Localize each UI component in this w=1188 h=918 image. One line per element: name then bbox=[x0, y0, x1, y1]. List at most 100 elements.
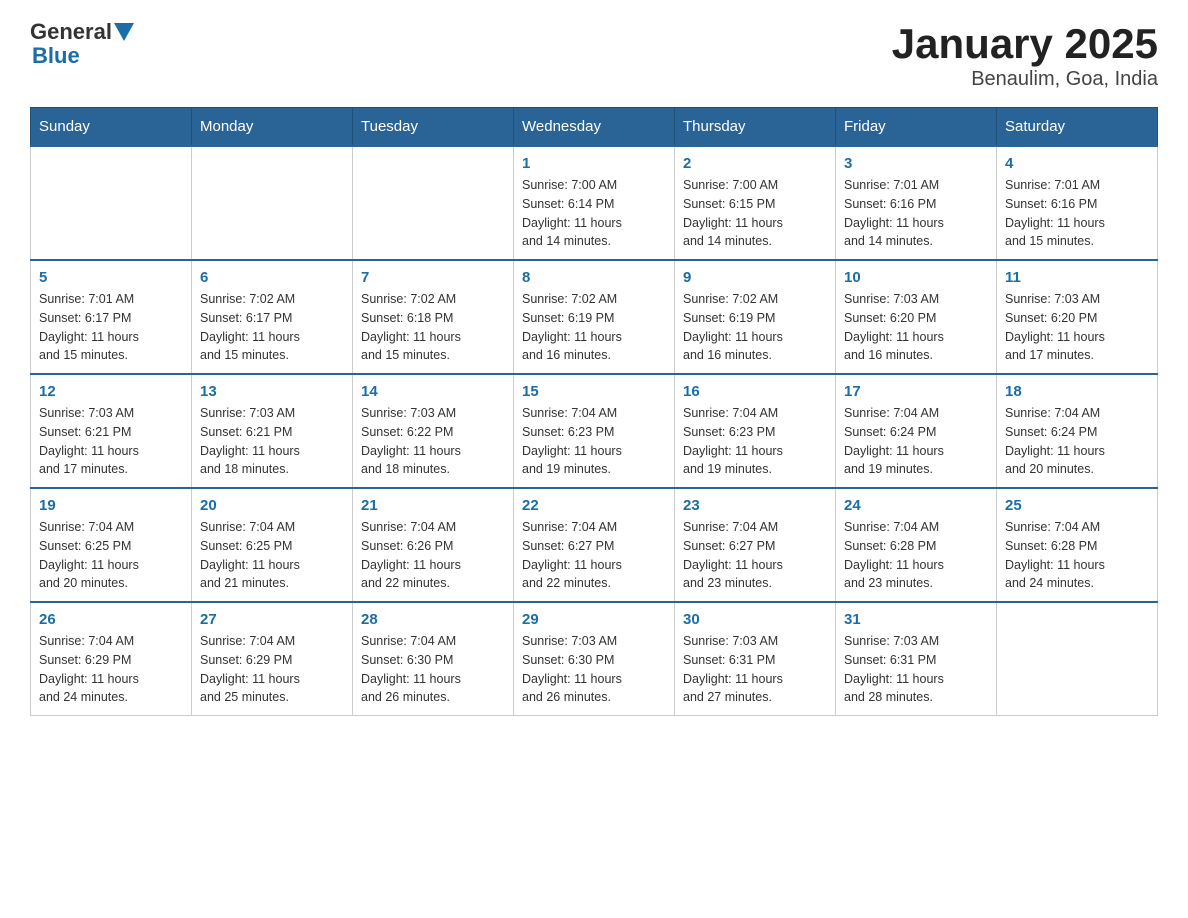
calendar-cell: 16 Sunrise: 7:04 AM Sunset: 6:23 PM Dayli… bbox=[675, 374, 836, 488]
day-number: 26 bbox=[39, 611, 183, 628]
calendar-cell: 17Sunrise: 7:04 AM Sunset: 6:24 PM Dayli… bbox=[836, 374, 997, 488]
day-number: 27 bbox=[200, 611, 344, 628]
calendar-cell: 21 Sunrise: 7:04 AM Sunset: 6:26 PM Dayli… bbox=[353, 488, 514, 602]
calendar-body: 1Sunrise: 7:00 AM Sunset: 6:14 PM Daylig… bbox=[31, 146, 1158, 716]
day-number: 12 bbox=[39, 383, 183, 400]
calendar-cell: 15Sunrise: 7:04 AM Sunset: 6:23 PM Dayli… bbox=[514, 374, 675, 488]
day-number: 24 bbox=[844, 497, 988, 514]
day-info: Sunrise: 7:04 AM Sunset: 6:25 PM Dayligh… bbox=[200, 518, 344, 593]
title-area: January 2025 Benaulim, Goa, India bbox=[892, 20, 1158, 91]
day-info: Sunrise: 7:01 AM Sunset: 6:16 PM Dayligh… bbox=[1005, 176, 1149, 251]
day-headers-row: SundayMondayTuesdayWednesdayThursdayFrid… bbox=[31, 108, 1158, 147]
day-info: Sunrise: 7:02 AM Sunset: 6:19 PM Dayligh… bbox=[683, 290, 827, 365]
calendar-table: SundayMondayTuesdayWednesdayThursdayFrid… bbox=[30, 107, 1158, 716]
day-number: 5 bbox=[39, 269, 183, 286]
day-header-saturday: Saturday bbox=[997, 108, 1158, 147]
day-info: Sunrise: 7:04 AM Sunset: 6:24 PM Dayligh… bbox=[1005, 404, 1149, 479]
day-info: Sunrise: 7:00 AM Sunset: 6:14 PM Dayligh… bbox=[522, 176, 666, 251]
day-number: 23 bbox=[683, 497, 827, 514]
calendar-week-3: 12 Sunrise: 7:03 AM Sunset: 6:21 PM Dayli… bbox=[31, 374, 1158, 488]
day-number: 22 bbox=[522, 497, 666, 514]
calendar-cell: 27 Sunrise: 7:04 AM Sunset: 6:29 PM Dayli… bbox=[192, 602, 353, 716]
day-info: Sunrise: 7:04 AM Sunset: 6:27 PM Dayligh… bbox=[683, 518, 827, 593]
day-number: 15 bbox=[522, 383, 666, 400]
day-info: Sunrise: 7:04 AM Sunset: 6:23 PM Dayligh… bbox=[683, 404, 827, 479]
day-number: 25 bbox=[1005, 497, 1149, 514]
calendar-header: SundayMondayTuesdayWednesdayThursdayFrid… bbox=[31, 108, 1158, 147]
day-number: 3 bbox=[844, 155, 988, 172]
day-info: Sunrise: 7:03 AM Sunset: 6:22 PM Dayligh… bbox=[361, 404, 505, 479]
calendar-cell: 26 Sunrise: 7:04 AM Sunset: 6:29 PM Dayli… bbox=[31, 602, 192, 716]
calendar-cell: 1Sunrise: 7:00 AM Sunset: 6:14 PM Daylig… bbox=[514, 146, 675, 260]
calendar-cell: 6 Sunrise: 7:02 AM Sunset: 6:17 PM Daylig… bbox=[192, 260, 353, 374]
day-header-monday: Monday bbox=[192, 108, 353, 147]
calendar-week-5: 26 Sunrise: 7:04 AM Sunset: 6:29 PM Dayli… bbox=[31, 602, 1158, 716]
day-number: 20 bbox=[200, 497, 344, 514]
day-info: Sunrise: 7:04 AM Sunset: 6:26 PM Dayligh… bbox=[361, 518, 505, 593]
day-info: Sunrise: 7:02 AM Sunset: 6:17 PM Dayligh… bbox=[200, 290, 344, 365]
calendar-cell bbox=[353, 146, 514, 260]
calendar-subtitle: Benaulim, Goa, India bbox=[892, 68, 1158, 91]
day-number: 7 bbox=[361, 269, 505, 286]
day-number: 30 bbox=[683, 611, 827, 628]
calendar-cell: 5 Sunrise: 7:01 AM Sunset: 6:17 PM Daylig… bbox=[31, 260, 192, 374]
logo-general-text: General bbox=[30, 20, 112, 44]
day-number: 19 bbox=[39, 497, 183, 514]
day-header-thursday: Thursday bbox=[675, 108, 836, 147]
day-number: 21 bbox=[361, 497, 505, 514]
calendar-cell: 12Sunrise: 7:03 AM Sunset: 6:21 PM Dayli… bbox=[31, 374, 192, 488]
day-info: Sunrise: 7:04 AM Sunset: 6:27 PM Dayligh… bbox=[522, 518, 666, 593]
day-number: 2 bbox=[683, 155, 827, 172]
day-info: Sunrise: 7:03 AM Sunset: 6:30 PM Dayligh… bbox=[522, 632, 666, 707]
day-info: Sunrise: 7:03 AM Sunset: 6:31 PM Dayligh… bbox=[844, 632, 988, 707]
calendar-cell: 9Sunrise: 7:02 AM Sunset: 6:19 PM Daylig… bbox=[675, 260, 836, 374]
calendar-cell: 10Sunrise: 7:03 AM Sunset: 6:20 PM Dayli… bbox=[836, 260, 997, 374]
calendar-cell bbox=[997, 602, 1158, 716]
calendar-cell bbox=[31, 146, 192, 260]
calendar-cell: 20 Sunrise: 7:04 AM Sunset: 6:25 PM Dayli… bbox=[192, 488, 353, 602]
calendar-cell: 11Sunrise: 7:03 AM Sunset: 6:20 PM Dayli… bbox=[997, 260, 1158, 374]
day-info: Sunrise: 7:03 AM Sunset: 6:21 PM Dayligh… bbox=[200, 404, 344, 479]
day-info: Sunrise: 7:04 AM Sunset: 6:29 PM Dayligh… bbox=[39, 632, 183, 707]
day-info: Sunrise: 7:01 AM Sunset: 6:17 PM Dayligh… bbox=[39, 290, 183, 365]
logo-blue-text: Blue bbox=[32, 43, 80, 68]
calendar-cell: 22 Sunrise: 7:04 AM Sunset: 6:27 PM Dayli… bbox=[514, 488, 675, 602]
logo: General Blue bbox=[30, 20, 134, 68]
calendar-cell: 19Sunrise: 7:04 AM Sunset: 6:25 PM Dayli… bbox=[31, 488, 192, 602]
day-info: Sunrise: 7:04 AM Sunset: 6:28 PM Dayligh… bbox=[1005, 518, 1149, 593]
calendar-cell: 28Sunrise: 7:04 AM Sunset: 6:30 PM Dayli… bbox=[353, 602, 514, 716]
day-number: 31 bbox=[844, 611, 988, 628]
day-info: Sunrise: 7:03 AM Sunset: 6:31 PM Dayligh… bbox=[683, 632, 827, 707]
day-number: 13 bbox=[200, 383, 344, 400]
calendar-cell: 4 Sunrise: 7:01 AM Sunset: 6:16 PM Daylig… bbox=[997, 146, 1158, 260]
calendar-cell: 14Sunrise: 7:03 AM Sunset: 6:22 PM Dayli… bbox=[353, 374, 514, 488]
calendar-cell: 25 Sunrise: 7:04 AM Sunset: 6:28 PM Dayli… bbox=[997, 488, 1158, 602]
day-header-friday: Friday bbox=[836, 108, 997, 147]
calendar-cell: 3 Sunrise: 7:01 AM Sunset: 6:16 PM Daylig… bbox=[836, 146, 997, 260]
calendar-week-1: 1Sunrise: 7:00 AM Sunset: 6:14 PM Daylig… bbox=[31, 146, 1158, 260]
calendar-cell: 24 Sunrise: 7:04 AM Sunset: 6:28 PM Dayli… bbox=[836, 488, 997, 602]
day-info: Sunrise: 7:04 AM Sunset: 6:28 PM Dayligh… bbox=[844, 518, 988, 593]
calendar-cell: 30 Sunrise: 7:03 AM Sunset: 6:31 PM Dayli… bbox=[675, 602, 836, 716]
day-header-wednesday: Wednesday bbox=[514, 108, 675, 147]
calendar-cell: 2 Sunrise: 7:00 AM Sunset: 6:15 PM Daylig… bbox=[675, 146, 836, 260]
day-number: 11 bbox=[1005, 269, 1149, 286]
day-number: 16 bbox=[683, 383, 827, 400]
calendar-cell: 18Sunrise: 7:04 AM Sunset: 6:24 PM Dayli… bbox=[997, 374, 1158, 488]
calendar-cell bbox=[192, 146, 353, 260]
day-info: Sunrise: 7:00 AM Sunset: 6:15 PM Dayligh… bbox=[683, 176, 827, 251]
day-info: Sunrise: 7:04 AM Sunset: 6:24 PM Dayligh… bbox=[844, 404, 988, 479]
day-info: Sunrise: 7:04 AM Sunset: 6:29 PM Dayligh… bbox=[200, 632, 344, 707]
calendar-title: January 2025 bbox=[892, 20, 1158, 68]
day-number: 29 bbox=[522, 611, 666, 628]
day-header-tuesday: Tuesday bbox=[353, 108, 514, 147]
calendar-week-2: 5 Sunrise: 7:01 AM Sunset: 6:17 PM Daylig… bbox=[31, 260, 1158, 374]
day-number: 8 bbox=[522, 269, 666, 286]
day-info: Sunrise: 7:02 AM Sunset: 6:18 PM Dayligh… bbox=[361, 290, 505, 365]
day-info: Sunrise: 7:01 AM Sunset: 6:16 PM Dayligh… bbox=[844, 176, 988, 251]
day-number: 4 bbox=[1005, 155, 1149, 172]
day-header-sunday: Sunday bbox=[31, 108, 192, 147]
calendar-cell: 7 Sunrise: 7:02 AM Sunset: 6:18 PM Daylig… bbox=[353, 260, 514, 374]
page-header: General Blue January 2025 Benaulim, Goa,… bbox=[30, 20, 1158, 91]
day-number: 6 bbox=[200, 269, 344, 286]
